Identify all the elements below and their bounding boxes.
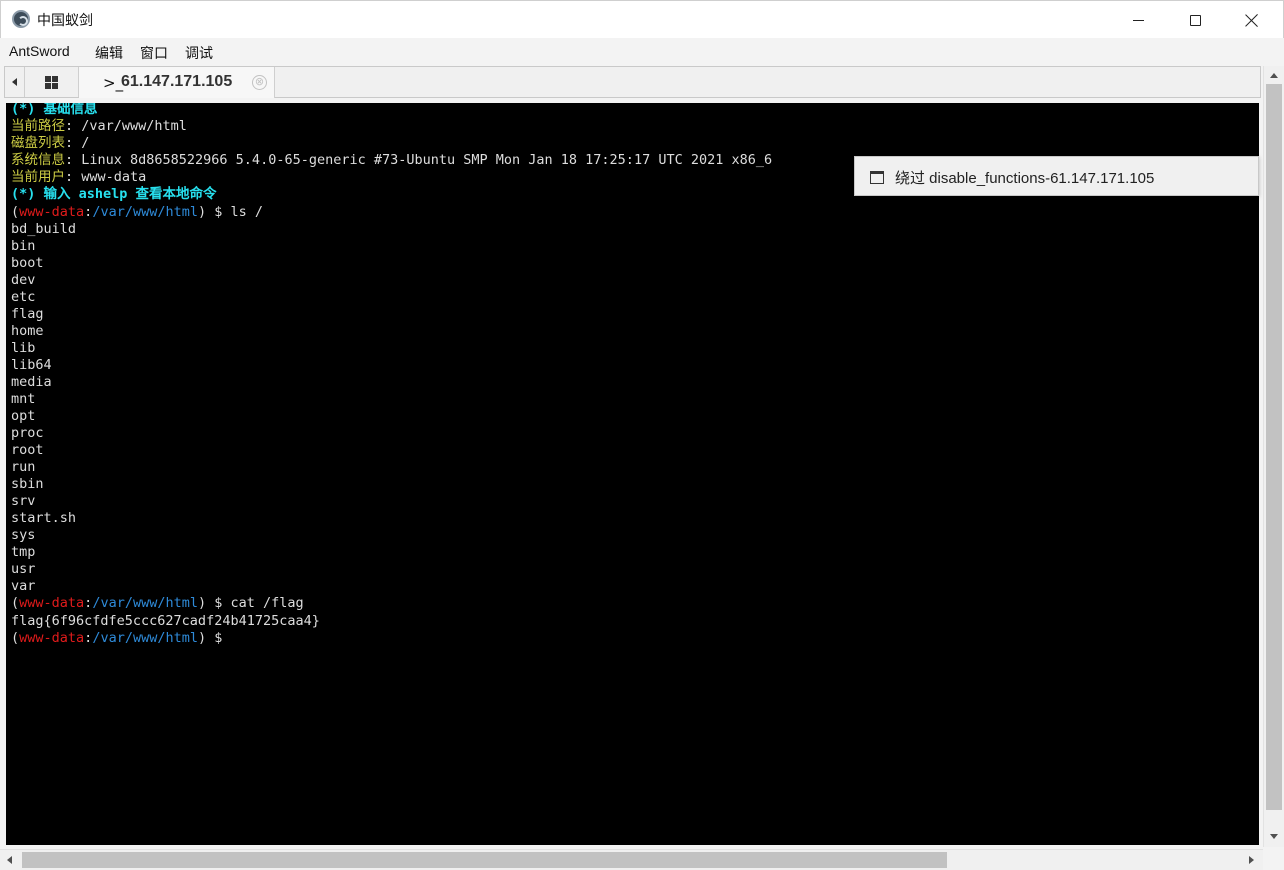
info-disk-line: 磁盘列表: / <box>11 135 89 152</box>
ls-output-line: run <box>11 459 36 475</box>
vertical-scroll-thumb[interactable] <box>1266 84 1282 810</box>
info-sys-value: : Linux 8d8658522966 5.4.0-65-generic #7… <box>65 152 773 168</box>
ls-output-line: home <box>11 323 44 339</box>
tab-bar: >_ 61.147.171.105 ⊗ <box>4 66 1261 98</box>
horizontal-scroll-thumb[interactable] <box>22 852 947 868</box>
info-disk-value: : / <box>65 135 90 151</box>
grid-icon <box>45 75 58 89</box>
tab-close-icon[interactable]: ⊗ <box>252 75 267 90</box>
info-sys-line: 系统信息: Linux 8d8658522966 5.4.0-65-generi… <box>11 152 772 169</box>
ls-output-line: opt <box>11 408 36 424</box>
prompt-line-3[interactable]: (www-data:/var/www/html) $ <box>11 630 222 647</box>
menu-antsword[interactable]: AntSword <box>9 43 70 59</box>
menu-edit[interactable]: 编辑 <box>95 43 123 63</box>
menu-window[interactable]: 窗口 <box>140 43 168 63</box>
info-sys-label: 系统信息 <box>11 152 65 168</box>
close-icon <box>1245 13 1259 27</box>
prompt-open: ( <box>11 204 20 220</box>
info-user-label: 当前用户 <box>11 169 65 185</box>
command-text: ls / <box>222 204 264 220</box>
flag-output-line: flag{6f96cfdfe5ccc627cadf24b41725caa4} <box>11 613 320 629</box>
ls-output-line: root <box>11 442 44 458</box>
ls-output-line: srv <box>11 493 36 509</box>
vertical-scrollbar[interactable] <box>1263 66 1284 847</box>
window-title: 中国蚁剑 <box>37 12 93 28</box>
ls-output-line: tmp <box>11 544 36 560</box>
prompt-path: /var/www/html <box>92 595 198 611</box>
info-path-value: : /var/www/html <box>65 118 187 134</box>
info-header: (*) 基础信息 <box>11 103 98 117</box>
close-window-button[interactable] <box>1223 1 1281 39</box>
title-bar: 中国蚁剑 <box>0 0 1284 38</box>
prompt-user: www-data <box>19 595 85 611</box>
horizontal-scrollbar[interactable] <box>0 849 1263 870</box>
prompt-user: www-data <box>19 630 85 646</box>
ls-output-line: boot <box>11 255 44 271</box>
minimize-icon <box>1132 19 1144 21</box>
chevron-left-icon <box>12 78 17 86</box>
ls-output-line: start.sh <box>11 510 77 526</box>
prompt-close: ) $ <box>197 595 223 611</box>
prompt-path: /var/www/html <box>92 204 198 220</box>
info-path-line: 当前路径: /var/www/html <box>11 118 187 135</box>
ls-output-line: lib <box>11 340 36 356</box>
prompt-user: www-data <box>19 204 85 220</box>
scroll-left-icon[interactable] <box>7 856 12 864</box>
window-icon <box>870 171 884 184</box>
ls-output-line: sbin <box>11 476 44 492</box>
help-line: (*) 输入 ashelp 查看本地命令 <box>11 186 217 202</box>
tab-scroll-left-button[interactable] <box>5 67 25 97</box>
ls-output-line: sys <box>11 527 36 543</box>
info-user-line: 当前用户: www-data <box>11 169 146 186</box>
minimize-button[interactable] <box>1109 1 1167 39</box>
scroll-right-icon[interactable] <box>1249 856 1254 864</box>
menu-bar: AntSword 编辑 窗口 调试 <box>0 38 1284 66</box>
prompt-open: ( <box>11 595 20 611</box>
prompt-path: /var/www/html <box>92 630 198 646</box>
ls-output-line: bd_build <box>11 221 77 237</box>
maximize-icon <box>1189 14 1201 26</box>
maximize-button[interactable] <box>1166 1 1224 39</box>
popup-label: 绕过 disable_functions-61.147.171.105 <box>895 170 1155 187</box>
antsword-logo-icon <box>12 10 30 28</box>
prompt-close: ) $ <box>197 630 223 646</box>
prompt-open: ( <box>11 630 20 646</box>
scroll-down-icon[interactable] <box>1270 834 1278 839</box>
tab-home[interactable] <box>25 67 79 97</box>
prompt-line-1: (www-data:/var/www/html) $ ls / <box>11 204 263 221</box>
ls-output-line: etc <box>11 289 36 305</box>
prompt-line-2: (www-data:/var/www/html) $ cat /flag <box>11 595 304 612</box>
ls-output-line: flag <box>11 306 44 322</box>
info-disk-label: 磁盘列表 <box>11 135 65 151</box>
ls-output-line: media <box>11 374 52 390</box>
ls-output-line: mnt <box>11 391 36 407</box>
ls-output-line: dev <box>11 272 36 288</box>
bypass-disable-functions-popup[interactable]: 绕过 disable_functions-61.147.171.105 <box>854 156 1259 196</box>
prompt-close: ) $ <box>197 204 223 220</box>
info-user-value: : www-data <box>65 169 147 185</box>
ls-output-line: var <box>11 578 36 594</box>
ls-output-line: usr <box>11 561 36 577</box>
info-path-label: 当前路径 <box>11 118 65 134</box>
tab-terminal-label: 61.147.171.105 <box>121 73 233 90</box>
ls-output-line: bin <box>11 238 36 254</box>
ls-output-line: proc <box>11 425 44 441</box>
command-text: cat /flag <box>222 595 304 611</box>
ls-output-line: lib64 <box>11 357 52 373</box>
menu-debug[interactable]: 调试 <box>185 43 213 63</box>
terminal-output[interactable]: (*) 基础信息 当前路径: /var/www/html 磁盘列表: / 系统信… <box>6 103 1259 845</box>
tab-terminal[interactable]: >_ 61.147.171.105 ⊗ <box>79 67 275 98</box>
scroll-up-icon[interactable] <box>1270 73 1278 78</box>
